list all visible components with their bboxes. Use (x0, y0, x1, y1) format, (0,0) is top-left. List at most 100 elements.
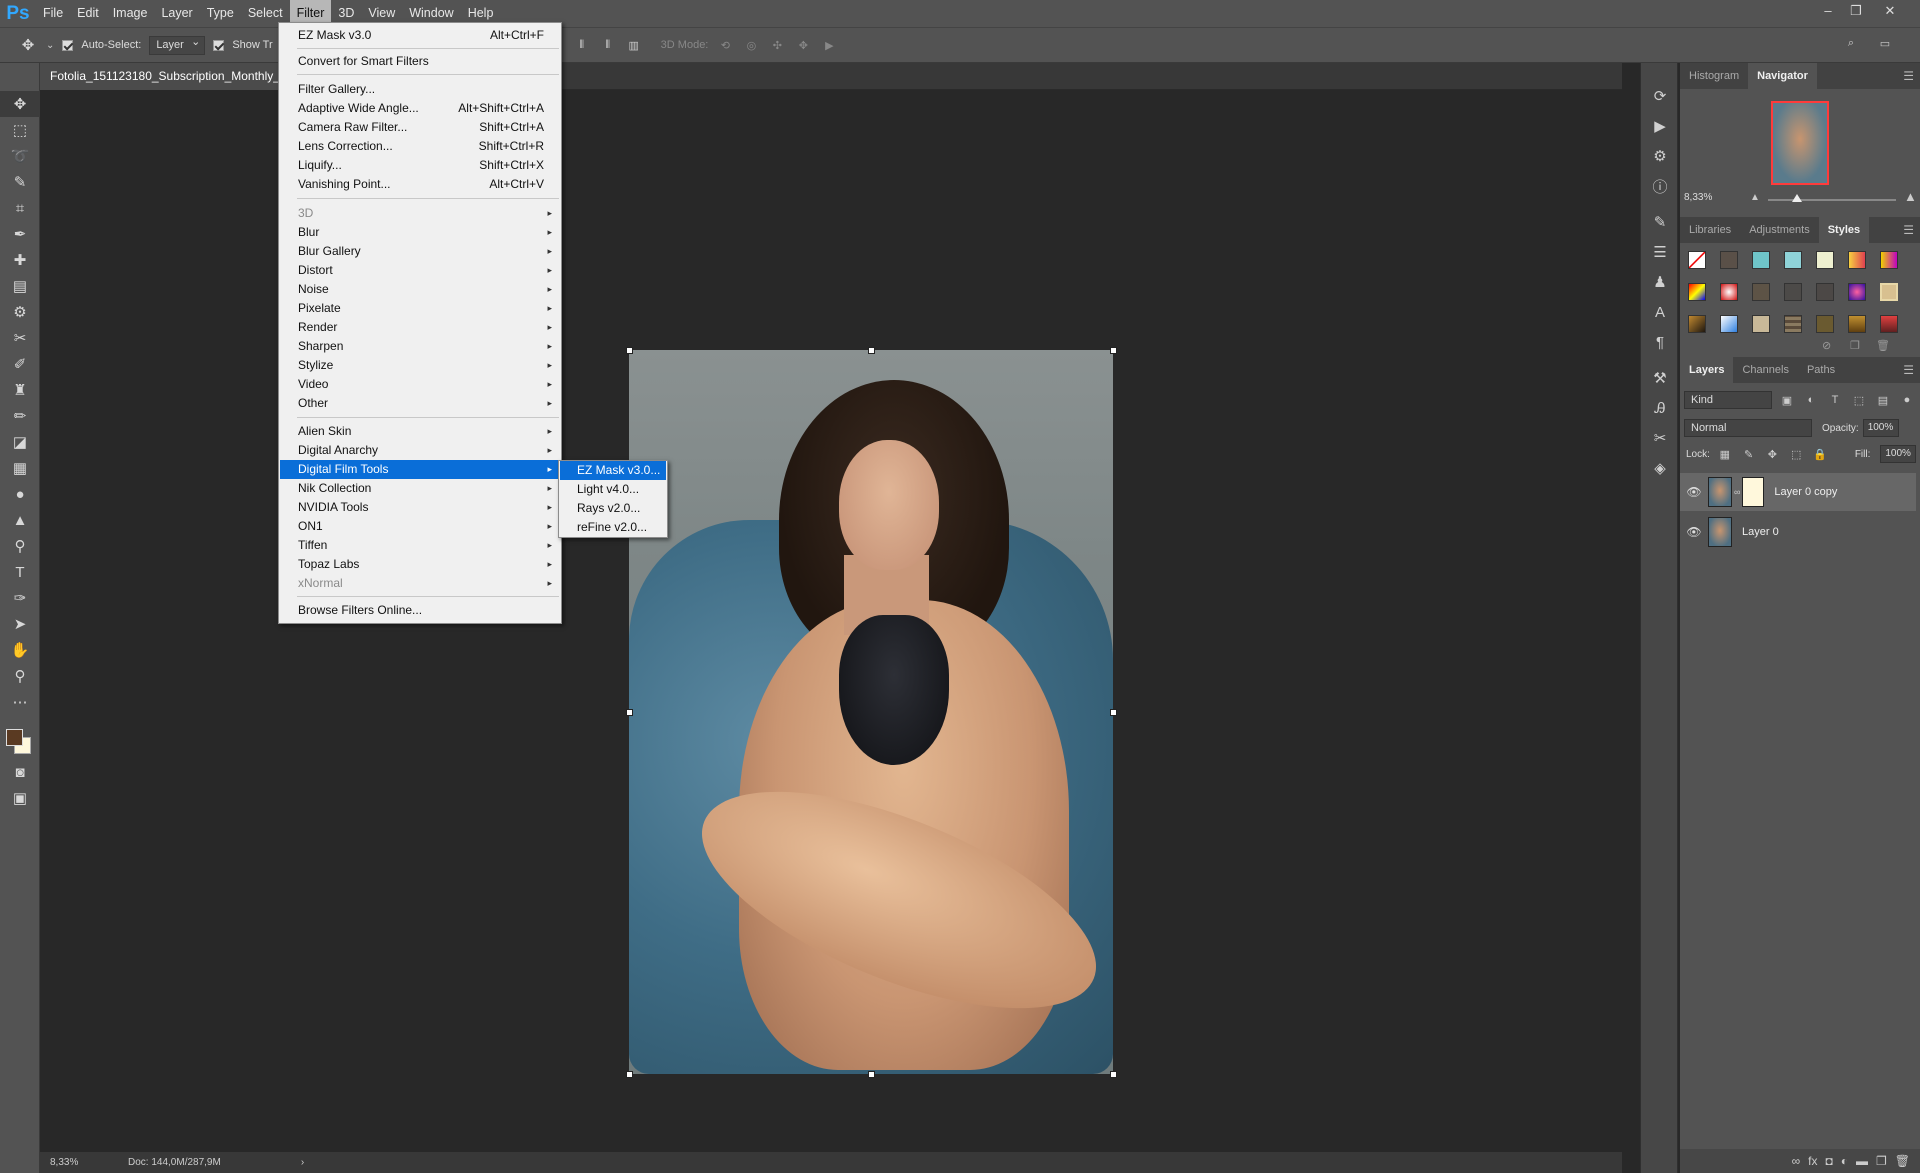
status-arrow-icon[interactable]: › (301, 1157, 304, 1168)
opacity-input[interactable]: 100% (1862, 419, 1899, 437)
transform-handle-bl[interactable] (626, 1071, 633, 1078)
style-swatch[interactable] (1848, 315, 1866, 333)
style-swatch[interactable] (1880, 251, 1898, 269)
lock-all-icon[interactable]: 🔒 (1811, 448, 1829, 461)
type-tool-icon[interactable]: T (0, 559, 40, 585)
group-folder-icon[interactable]: ▬ (1856, 1154, 1868, 1168)
filter-item-distort[interactable]: Distort ▸ (280, 261, 560, 280)
navigator-zoom[interactable]: 8,33% (1684, 192, 1712, 203)
filter-item-digital-film-tools[interactable]: Digital Film Tools ▸ (280, 460, 560, 479)
zoom-out-icon[interactable]: ▲ (1750, 192, 1760, 203)
tab-layers[interactable]: Layers (1680, 357, 1734, 383)
menu-type[interactable]: Type (200, 0, 241, 27)
tab-navigator[interactable]: Navigator (1748, 63, 1817, 89)
layer-kind-filter[interactable]: Kind (1684, 391, 1772, 409)
lasso-tool-icon[interactable]: ➰ (0, 143, 40, 169)
lock-position-icon[interactable]: ✥ (1763, 448, 1781, 461)
style-swatch[interactable] (1784, 283, 1802, 301)
eraser-tool-icon[interactable]: ◪ (0, 429, 40, 455)
transform-handle-b[interactable] (868, 1071, 875, 1078)
auto-select-checkbox[interactable] (62, 39, 74, 51)
submenu-ez-mask[interactable]: EZ Mask v3.0... (560, 461, 666, 480)
document-tab[interactable]: Fotolia_151123180_Subscription_Monthly_X (40, 63, 280, 90)
actions-play-icon[interactable]: ▶ (1641, 111, 1679, 141)
transform-handle-r[interactable] (1110, 709, 1117, 716)
style-swatch[interactable] (1752, 315, 1770, 333)
layer-mask-thumbnail[interactable] (1742, 477, 1765, 507)
transform-handle-t[interactable] (868, 347, 875, 354)
healing-brush-tool-icon[interactable]: ✚ (0, 247, 40, 273)
lock-artboard-icon[interactable]: ⬚ (1787, 448, 1805, 461)
workspace-icon[interactable]: ▭ (1876, 37, 1894, 50)
adjustment-layer-icon[interactable]: ◐ (1841, 1154, 1848, 1168)
style-swatch[interactable] (1752, 283, 1770, 301)
filter-item-ez-mask[interactable]: EZ Mask v3.0 Alt+Ctrl+F (280, 26, 560, 45)
filter-item-adaptive-wide-angle[interactable]: Adaptive Wide Angle... Alt+Shift+Ctrl+A (280, 99, 560, 118)
3d-rotate-icon[interactable]: ⟲ (716, 39, 734, 52)
mask-link-icon[interactable]: ∞ (1734, 487, 1740, 497)
panel-menu-icon[interactable]: ☰ (1903, 217, 1914, 243)
filter-item-stylize[interactable]: Stylize ▸ (280, 356, 560, 375)
style-swatch[interactable] (1720, 251, 1738, 269)
filter-item-liquify[interactable]: Liquify... Shift+Ctrl+X (280, 156, 560, 175)
submenu-light[interactable]: Light v4.0... (560, 480, 666, 499)
3d-roll-icon[interactable]: ◎ (742, 39, 760, 52)
move-tool-icon[interactable]: ✥ (0, 91, 40, 117)
transform-handle-tl[interactable] (626, 347, 633, 354)
properties-icon[interactable]: ⚙ (1641, 141, 1679, 171)
content-aware-move-icon[interactable]: ✂ (0, 325, 40, 351)
delete-style-icon[interactable]: 🗑 (1876, 339, 1890, 352)
dodge-tool-icon[interactable]: ⚲ (0, 533, 40, 559)
tool-presets-icon[interactable]: ⚒ (1641, 363, 1679, 393)
layer-thumbnail[interactable] (1708, 517, 1732, 547)
eyedropper-tool-icon[interactable]: ✒ (0, 221, 40, 247)
style-swatch[interactable] (1720, 315, 1738, 333)
panel-menu-icon[interactable]: ☰ (1903, 357, 1914, 383)
transform-handle-tr[interactable] (1110, 347, 1117, 354)
history-brush-tool-icon[interactable]: ✏ (0, 403, 40, 429)
close-button[interactable]: ✕ (1876, 0, 1904, 22)
patch-tool-icon[interactable]: ▤ (0, 273, 40, 299)
status-zoom[interactable]: 8,33% (40, 1157, 118, 1168)
zoom-in-icon[interactable]: ▲ (1904, 189, 1917, 204)
style-swatch[interactable] (1784, 251, 1802, 269)
visibility-eye-icon[interactable]: 👁 (1680, 485, 1708, 499)
navigator-thumbnail[interactable] (1771, 101, 1829, 185)
menu-file[interactable]: File (36, 0, 70, 27)
panel-menu-icon[interactable]: ☰ (1903, 63, 1914, 89)
distribute-center-icon[interactable]: ⫴ (573, 39, 591, 52)
filter-item-nik-collection[interactable]: Nik Collection ▸ (280, 479, 560, 498)
style-swatch[interactable] (1880, 283, 1898, 301)
style-swatch-none[interactable] (1688, 251, 1706, 269)
delete-layer-icon[interactable]: 🗑 (1895, 1154, 1910, 1168)
submenu-rays[interactable]: Rays v2.0... (560, 499, 666, 518)
clone-source-icon[interactable]: ♟ (1641, 267, 1679, 297)
style-swatch[interactable] (1816, 283, 1834, 301)
style-swatch[interactable] (1688, 315, 1706, 333)
brush-tool-icon[interactable]: ✐ (0, 351, 40, 377)
brushes-icon[interactable]: ✎ (1641, 207, 1679, 237)
transform-handle-br[interactable] (1110, 1071, 1117, 1078)
filter-item-nvidia-tools[interactable]: NVIDIA Tools ▸ (280, 498, 560, 517)
style-swatch[interactable] (1688, 283, 1706, 301)
layer-name[interactable]: Layer 0 (1742, 526, 1779, 538)
quick-mask-icon[interactable]: ◙ (0, 759, 40, 785)
lock-image-icon[interactable]: ✎ (1740, 448, 1758, 461)
new-layer-icon[interactable]: ❐ (1876, 1154, 1887, 1168)
minimize-button[interactable]: – (1814, 0, 1842, 22)
fill-input[interactable]: 100% (1880, 445, 1916, 463)
transform-handle-l[interactable] (626, 709, 633, 716)
submenu-refine[interactable]: reFine v2.0... (560, 518, 666, 537)
menu-edit[interactable]: Edit (70, 0, 106, 27)
blend-mode-select[interactable]: Normal (1684, 419, 1812, 437)
style-swatch[interactable] (1752, 251, 1770, 269)
pen-tool-icon[interactable]: ✑ (0, 585, 40, 611)
link-layers-icon[interactable]: ∞ (1792, 1154, 1801, 1168)
content-aware-icon[interactable]: ⚙ (0, 299, 40, 325)
3d-slide-icon[interactable]: ✥ (794, 39, 812, 52)
tab-histogram[interactable]: Histogram (1680, 63, 1748, 89)
blur-tool-icon[interactable]: ● (0, 481, 40, 507)
filter-item-sharpen[interactable]: Sharpen ▸ (280, 337, 560, 356)
filter-item-convert-smart[interactable]: Convert for Smart Filters (280, 52, 560, 71)
filter-item-alien-skin[interactable]: Alien Skin ▸ (280, 422, 560, 441)
